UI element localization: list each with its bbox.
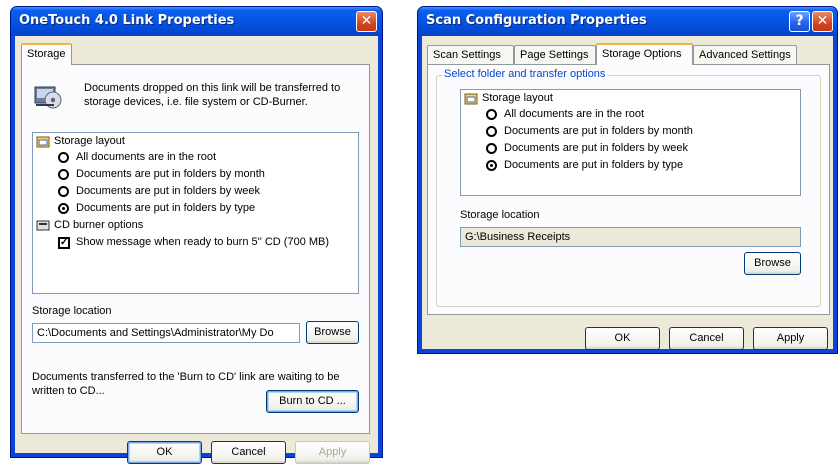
browse-button[interactable]: Browse: [744, 252, 801, 275]
close-button[interactable]: ✕: [356, 11, 377, 32]
radio-root[interactable]: [486, 109, 497, 120]
cd-burner-icon: [36, 218, 50, 235]
radio-week[interactable]: [486, 143, 497, 154]
radio-root-label: All documents are in the root: [504, 108, 645, 120]
tab-panel: Select folder and transfer options Stora…: [427, 64, 830, 315]
help-icon: ?: [795, 13, 804, 29]
link-description: Documents dropped on this link will be t…: [84, 82, 341, 108]
window-title: Scan Configuration Properties: [426, 13, 647, 28]
title-bar[interactable]: OneTouch 4.0 Link Properties ✕: [11, 7, 382, 36]
radio-month-label: Documents are put in folders by month: [76, 168, 265, 180]
tab-panel: Documents dropped on this link will be t…: [21, 64, 370, 434]
storage-location-label: Storage location: [32, 305, 112, 317]
burn-message-label: Show message when ready to burn 5'' CD (…: [76, 236, 330, 248]
ok-button[interactable]: OK: [127, 441, 202, 464]
close-button[interactable]: ✕: [812, 11, 833, 32]
ok-button[interactable]: OK: [585, 327, 660, 350]
tab-scan-settings[interactable]: Scan Settings: [427, 45, 514, 64]
storage-device-icon: [32, 79, 64, 114]
radio-month-label: Documents are put in folders by month: [504, 125, 693, 137]
radio-month[interactable]: [58, 169, 69, 180]
radio-month[interactable]: [486, 126, 497, 137]
apply-button[interactable]: Apply: [753, 327, 828, 350]
radio-type-label: Documents are put in folders by type: [76, 202, 256, 214]
storage-layout-icon: [464, 92, 478, 109]
burn-message-checkbox[interactable]: ✓: [58, 237, 70, 249]
dialog-client: Scan Settings Page Settings Storage Opti…: [422, 36, 833, 350]
radio-root[interactable]: [58, 152, 69, 163]
radio-week-label: Documents are put in folders by week: [76, 185, 261, 197]
radio-type[interactable]: [58, 203, 69, 214]
dialog-client: Storage Documents dropped on this link w…: [15, 36, 378, 464]
radio-type-label: Documents are put in folders by type: [504, 159, 684, 171]
cd-burner-label: CD burner options: [54, 219, 144, 231]
radio-root-label: All documents are in the root: [76, 151, 217, 163]
tab-page-settings[interactable]: Page Settings: [514, 45, 596, 64]
radio-week[interactable]: [58, 186, 69, 197]
storage-layout-label: Storage layout: [54, 135, 125, 147]
window-title: OneTouch 4.0 Link Properties: [19, 13, 235, 28]
group-title: Select folder and transfer options: [442, 68, 608, 80]
onetouch-link-properties-window: OneTouch 4.0 Link Properties ✕ Storage D…: [10, 6, 383, 464]
storage-location-field[interactable]: G:\Business Receipts: [460, 227, 801, 247]
storage-layout-icon: [36, 135, 50, 152]
tab-storage-options[interactable]: Storage Options: [596, 43, 693, 65]
close-icon: ✕: [360, 13, 373, 29]
tab-storage[interactable]: Storage: [21, 43, 72, 65]
cancel-button[interactable]: Cancel: [669, 327, 744, 350]
close-icon: ✕: [816, 13, 829, 29]
storage-layout-label: Storage layout: [482, 92, 553, 104]
cancel-button[interactable]: Cancel: [211, 441, 286, 464]
storage-location-label: Storage location: [460, 209, 540, 221]
radio-type[interactable]: [486, 160, 497, 171]
browse-button[interactable]: Browse: [306, 321, 359, 344]
burn-to-cd-button[interactable]: Burn to CD ...: [266, 390, 359, 413]
storage-options-tree: Storage layout All documents are in the …: [32, 132, 359, 294]
apply-button[interactable]: Apply: [295, 441, 370, 464]
storage-location-field[interactable]: C:\Documents and Settings\Administrator\…: [32, 323, 300, 343]
storage-options-tree: Storage layout All documents are in the …: [460, 89, 801, 196]
radio-week-label: Documents are put in folders by week: [504, 142, 689, 154]
scan-configuration-properties-window: Scan Configuration Properties ? ✕ Scan S…: [417, 6, 838, 354]
title-bar[interactable]: Scan Configuration Properties ? ✕: [418, 7, 837, 36]
tab-advanced-settings[interactable]: Advanced Settings: [693, 45, 797, 64]
help-button[interactable]: ?: [789, 11, 810, 32]
